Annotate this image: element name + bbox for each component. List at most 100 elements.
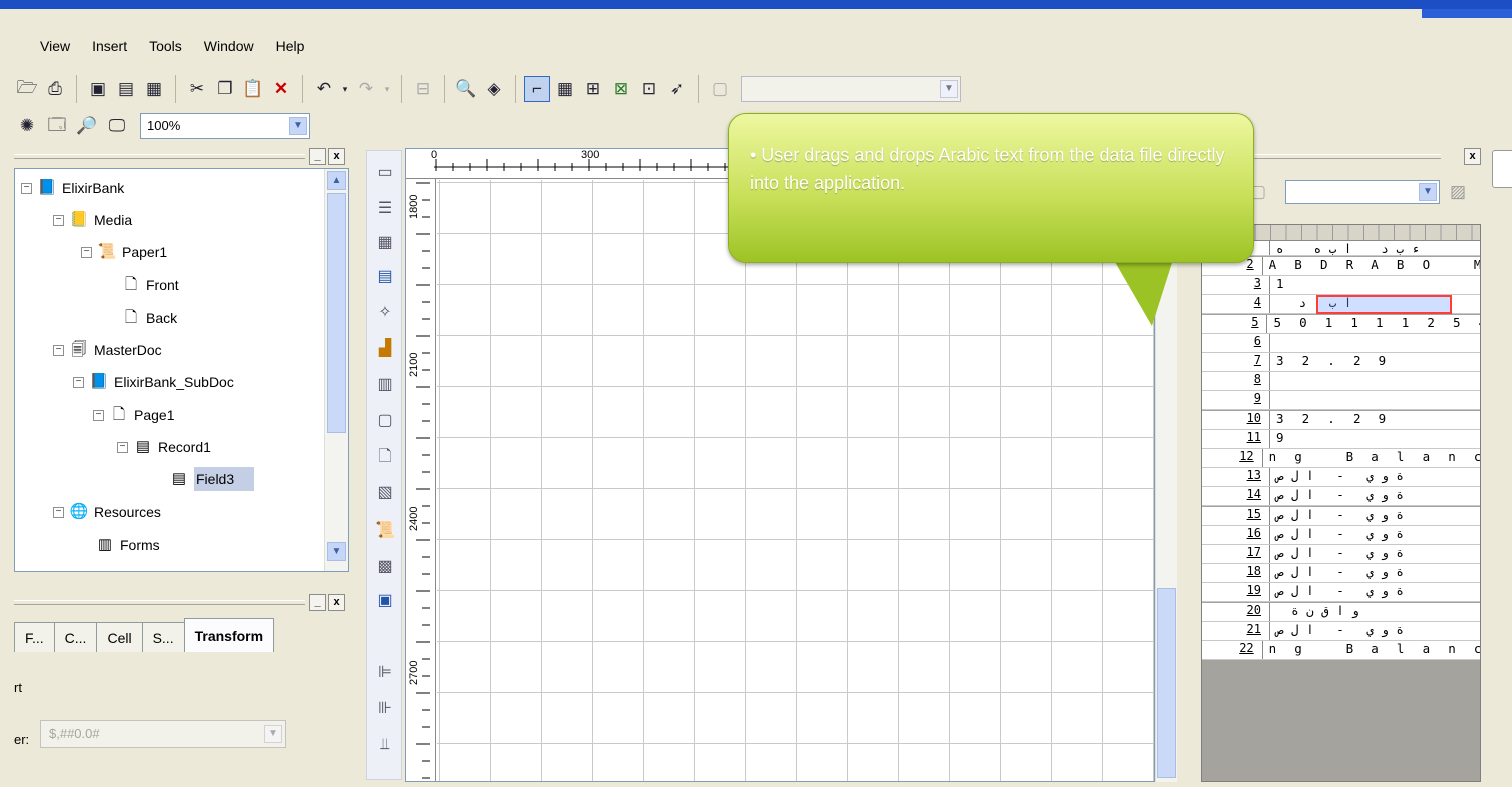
align-left-icon[interactable]: ⊫ xyxy=(373,661,397,685)
align-bottom-icon[interactable]: ⫫ xyxy=(373,733,397,757)
image-tool-icon[interactable]: ▢ xyxy=(373,409,397,433)
tree-item-masterdoc[interactable]: − 🗐 MasterDoc xyxy=(53,337,162,363)
chevron-down-icon[interactable]: ▼ xyxy=(1419,183,1437,201)
print-icon[interactable]: ⎙ xyxy=(42,76,68,102)
grid-icon[interactable]: ▦ xyxy=(552,76,578,102)
chart-tool-icon[interactable]: ▟ xyxy=(373,337,397,361)
page-tool-icon[interactable]: 🗋 xyxy=(373,445,397,469)
tab-f[interactable]: F... xyxy=(14,622,55,652)
zoom-select[interactable]: 100% ▼ xyxy=(140,113,310,139)
collapse-icon[interactable]: − xyxy=(81,246,92,258)
menu-help[interactable]: Help xyxy=(276,38,305,54)
form-tool-icon[interactable]: ▣ xyxy=(373,589,397,613)
data-grid[interactable]: ء ب د ا ب ه ه 2A B D R A B O M A314 آ ب … xyxy=(1201,224,1481,782)
undo-dropdown-icon[interactable]: ▾ xyxy=(339,76,351,102)
close-icon[interactable]: x xyxy=(328,594,345,611)
save-icon[interactable]: ▣ xyxy=(85,76,111,102)
chevron-down-icon[interactable]: ▼ xyxy=(264,725,282,743)
text-tool-icon[interactable]: ▭ xyxy=(373,161,397,185)
minimize-icon[interactable]: _ xyxy=(309,148,326,165)
scroll-down-icon[interactable]: ▼ xyxy=(327,542,346,561)
tree-scrollbar[interactable]: ▲ ▼ xyxy=(324,169,348,571)
monitor-icon[interactable]: 🖵 xyxy=(104,113,130,139)
barcode-tool-icon[interactable]: ▧ xyxy=(373,481,397,505)
format-select[interactable]: $,##0.0# ▼ xyxy=(40,720,286,748)
tree-item-back[interactable]: 🗋 Back xyxy=(121,305,177,331)
scroll-thumb[interactable] xyxy=(1157,588,1176,778)
table-tool-icon[interactable]: ▦ xyxy=(373,231,397,255)
tree-item-forms[interactable]: ▥ Forms xyxy=(95,532,160,558)
menu-insert[interactable]: Insert xyxy=(92,38,127,54)
tab-cell[interactable]: Cell xyxy=(96,622,143,652)
toolbox-tab[interactable] xyxy=(1492,150,1512,188)
zoom-page-icon[interactable]: 🔎 xyxy=(74,113,100,139)
pointer-icon[interactable]: ➶ xyxy=(664,76,690,102)
collapse-icon[interactable]: − xyxy=(117,441,128,453)
box-icon[interactable]: ▢ xyxy=(707,76,733,102)
align-icon[interactable]: ⊟ xyxy=(410,76,436,102)
save-as-icon[interactable]: ▤ xyxy=(113,76,139,102)
paste-icon[interactable]: 📋 xyxy=(240,76,266,102)
chevron-down-icon[interactable]: ▼ xyxy=(940,80,958,98)
ruler-icon[interactable]: ⌐ xyxy=(524,76,550,102)
tree-item-field3[interactable]: ▤ Field3 xyxy=(169,466,255,492)
titlebar-controls[interactable] xyxy=(1422,9,1512,18)
shape-tool-icon[interactable]: ✧ xyxy=(373,301,397,325)
open-icon[interactable]: 🗁 xyxy=(14,76,40,102)
chevron-down-icon[interactable]: ▼ xyxy=(289,117,307,135)
scroll-tool-icon[interactable]: 📜 xyxy=(373,519,397,543)
close-icon[interactable]: x xyxy=(1464,148,1481,165)
tree-item-resources[interactable]: − 🌐 Resources xyxy=(53,499,161,525)
frame-icon[interactable]: ⊡ xyxy=(636,76,662,102)
collapse-icon[interactable]: − xyxy=(53,506,64,518)
properties-icon[interactable]: ▨ xyxy=(1445,179,1471,205)
erase-icon[interactable]: ◈ xyxy=(481,76,507,102)
menu-window[interactable]: Window xyxy=(204,38,254,54)
table-icon[interactable]: ⊞ xyxy=(580,76,606,102)
collapse-icon[interactable]: − xyxy=(93,409,104,421)
tree-item-paper1[interactable]: − 📜 Paper1 xyxy=(81,239,167,265)
tab-transform[interactable]: Transform xyxy=(183,618,275,652)
collapse-icon[interactable]: − xyxy=(73,376,84,388)
redo-dropdown-icon[interactable]: ▾ xyxy=(381,76,393,102)
menu-view[interactable]: View xyxy=(40,38,70,54)
table-row: 17 ة و ي - ا ل ص xyxy=(1202,545,1480,564)
style-combo[interactable]: ▼ xyxy=(741,76,961,102)
menu-tools[interactable]: Tools xyxy=(149,38,182,54)
data-source-select[interactable]: ▼ xyxy=(1285,180,1440,204)
settings-icon[interactable]: ✺ xyxy=(14,113,40,139)
find-icon[interactable]: 🔍 xyxy=(453,76,479,102)
tree-item-media[interactable]: − 📒 Media xyxy=(53,207,132,233)
copy-icon[interactable]: ❐ xyxy=(212,76,238,102)
field-tool-icon[interactable]: ▤ xyxy=(373,265,397,289)
grid-tool-icon[interactable]: ▥ xyxy=(373,373,397,397)
tree-item-subdoc[interactable]: − 📘 ElixirBank_SubDoc xyxy=(73,369,234,395)
chart-picture-icon[interactable]: ▩ xyxy=(373,555,397,579)
tree-item-elixirbank[interactable]: − 📘 ElixirBank xyxy=(21,175,124,201)
scroll-up-icon[interactable]: ▲ xyxy=(327,171,346,190)
selected-arabic-text[interactable] xyxy=(1316,295,1452,314)
tree-item-record1[interactable]: − ▤ Record1 xyxy=(117,434,211,460)
list-tool-icon[interactable]: ☰ xyxy=(373,197,397,221)
cut-icon[interactable]: ✂ xyxy=(184,76,210,102)
collapse-icon[interactable]: − xyxy=(53,214,64,226)
preview-icon[interactable]: 🗔 xyxy=(44,113,70,139)
redo-icon[interactable]: ↷ xyxy=(353,76,379,102)
tab-c[interactable]: C... xyxy=(53,622,98,652)
tab-s[interactable]: S... xyxy=(141,622,185,652)
panel-grip[interactable] xyxy=(14,154,305,159)
tree-item-page1[interactable]: − 🗋 Page1 xyxy=(93,402,174,428)
delete-icon[interactable]: ✕ xyxy=(268,76,294,102)
collapse-icon[interactable]: − xyxy=(53,344,64,356)
scroll-thumb[interactable] xyxy=(327,193,346,433)
design-grid[interactable] xyxy=(437,180,1154,781)
close-icon[interactable]: x xyxy=(328,148,345,165)
panel-grip[interactable] xyxy=(14,600,305,605)
minimize-icon[interactable]: _ xyxy=(309,594,326,611)
tree-item-front[interactable]: 🗋 Front xyxy=(121,272,179,298)
matrix-icon[interactable]: ⊠ xyxy=(608,76,634,102)
collapse-icon[interactable]: − xyxy=(21,182,32,194)
template-icon[interactable]: ▦ xyxy=(141,76,167,102)
undo-icon[interactable]: ↶ xyxy=(311,76,337,102)
align-right-icon[interactable]: ⊪ xyxy=(373,697,397,721)
